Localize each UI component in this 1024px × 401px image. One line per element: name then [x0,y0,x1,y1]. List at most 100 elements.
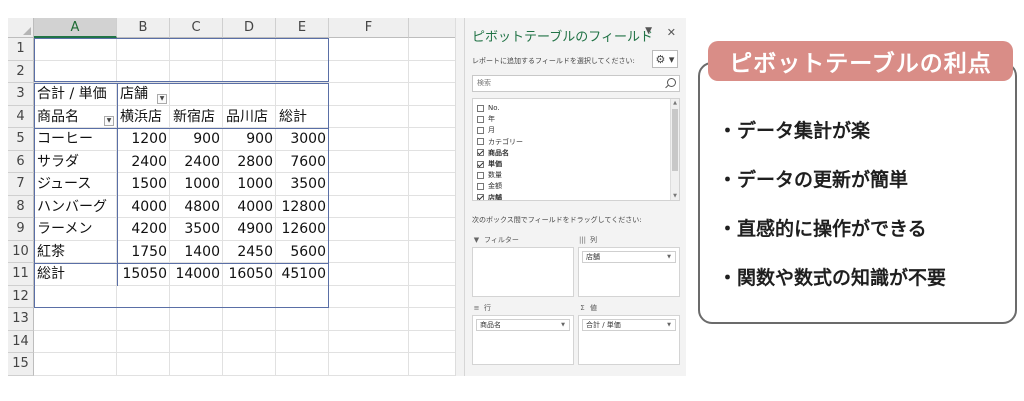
gear-icon[interactable]: ⚙ ▾ [652,50,678,68]
table-cell[interactable]: ハンバーグ [34,196,117,218]
field-checkbox[interactable] [477,182,484,190]
table-cell[interactable]: 900 [223,128,276,150]
scroll-thumb[interactable] [672,109,678,171]
table-cell[interactable]: 4000 [223,196,276,218]
row-header[interactable]: 11 [8,263,34,286]
table-cell[interactable]: 12600 [276,218,329,240]
row-header[interactable]: 13 [8,308,34,331]
column-header-d[interactable]: D [223,18,276,38]
field-list-item[interactable]: 金額 [477,181,502,191]
table-cell[interactable]: ラーメン [34,218,117,240]
rows-drop-box[interactable]: 商品名 ▼ [472,315,574,365]
column-header-e[interactable]: E [276,18,329,38]
table-cell[interactable]: 1750 [117,241,170,263]
values-field-chip[interactable]: 合計 / 単価 ▼ [582,319,676,331]
table-cell[interactable]: 900 [170,128,223,150]
table-cell[interactable]: 総計 [34,263,117,285]
column-header-b[interactable]: B [117,18,170,38]
columns-drop-box[interactable]: 店舗 ▼ [578,247,680,297]
table-cell[interactable]: サラダ [34,151,117,173]
column-header-a[interactable]: A [34,18,117,38]
field-list-item[interactable]: 店舗 [477,193,502,200]
table-cell[interactable]: コーヒー [34,128,117,150]
scroll-up-icon[interactable]: ▲ [672,100,678,106]
select-all-corner[interactable] [8,18,34,38]
pane-options-chevron-down-icon[interactable]: ▼ [645,26,652,36]
column-header-c[interactable]: C [170,18,223,38]
field-checkbox[interactable] [477,194,484,200]
column-header-blank[interactable] [409,18,455,38]
field-list-item[interactable]: No. [477,103,500,113]
field-list-item[interactable]: 数量 [477,170,502,180]
table-cell[interactable]: 1000 [223,173,276,195]
field-checkbox[interactable] [477,104,484,112]
row-header[interactable]: 1 [8,38,34,61]
table-cell[interactable]: 5600 [276,241,329,263]
field-checkbox[interactable] [477,160,484,168]
chevron-down-icon[interactable]: ▼ [667,252,671,262]
row-filter-dropdown-icon[interactable]: ▼ [104,116,114,126]
field-checkbox[interactable] [477,126,484,134]
row-header[interactable]: 4 [8,105,34,128]
table-cell[interactable]: 2400 [170,151,223,173]
field-checkbox[interactable] [477,115,484,123]
row-header[interactable]: 8 [8,195,34,218]
table-cell[interactable]: 45100 [276,263,329,285]
table-cell[interactable]: 12800 [276,196,329,218]
field-search-input[interactable]: 検索 [472,75,680,92]
table-cell[interactable]: 7600 [276,151,329,173]
table-cell[interactable]: 1200 [117,128,170,150]
row-header[interactable]: 14 [8,330,34,353]
column-filter-dropdown-icon[interactable]: ▼ [157,93,167,104]
rows-field-chip[interactable]: 商品名 ▼ [476,319,570,331]
chevron-down-icon[interactable]: ▼ [561,320,565,330]
table-cell[interactable]: 3000 [276,128,329,150]
columns-field-chip[interactable]: 店舗 ▼ [582,251,676,263]
scroll-down-icon[interactable]: ▼ [672,193,678,199]
row-header[interactable]: 9 [8,218,34,241]
field-list-item[interactable]: 月 [477,125,495,135]
column-header-f[interactable]: F [329,18,409,38]
field-checkbox[interactable] [477,138,484,146]
table-cell[interactable]: 2400 [117,151,170,173]
table-cell[interactable]: 4000 [117,196,170,218]
table-cell[interactable]: 4900 [223,218,276,240]
field-checkbox[interactable] [477,171,484,179]
table-cell[interactable]: 合計 / 単価 [34,83,117,105]
field-list-item[interactable]: 年 [477,114,495,124]
chevron-down-icon[interactable]: ▼ [667,320,671,330]
table-cell[interactable]: 品川店 [223,106,276,128]
table-cell[interactable]: 横浜店 [117,106,170,128]
table-cell[interactable]: 3500 [170,218,223,240]
table-cell[interactable]: 1400 [170,241,223,263]
table-cell[interactable]: 4200 [117,218,170,240]
row-header[interactable]: 15 [8,353,34,376]
field-list-item[interactable]: 単価 [477,159,502,169]
table-cell[interactable]: 2800 [223,151,276,173]
table-cell[interactable]: 2450 [223,241,276,263]
filter-drop-box[interactable] [472,247,574,297]
values-drop-box[interactable]: 合計 / 単価 ▼ [578,315,680,365]
close-icon[interactable]: ✕ [667,26,676,39]
field-list-scrollbar[interactable]: ▲ ▼ [670,99,679,200]
field-list-item[interactable]: カテゴリー [477,137,523,147]
spreadsheet-grid[interactable]: A B C D E F 1 2 3 4 5 6 7 8 9 10 11 12 13 14 15 合計 / 単価 店舗 商品名横… [8,18,455,376]
table-cell[interactable]: 1500 [117,173,170,195]
field-checkbox[interactable] [477,149,484,157]
row-header[interactable]: 3 [8,83,34,106]
table-cell[interactable]: 4800 [170,196,223,218]
table-cell[interactable]: 新宿店 [170,106,223,128]
field-list-item[interactable]: 商品名 [477,148,509,158]
table-cell[interactable]: 14000 [170,263,223,285]
row-header[interactable]: 5 [8,128,34,151]
table-cell[interactable]: 総計 [276,106,329,128]
row-header[interactable]: 6 [8,150,34,173]
row-header[interactable]: 10 [8,240,34,263]
row-header[interactable]: 7 [8,173,34,196]
sheet-vertical-scrollbar[interactable] [455,18,464,376]
table-cell[interactable]: 15050 [117,263,170,285]
table-cell[interactable]: 16050 [223,263,276,285]
table-cell[interactable]: 1000 [170,173,223,195]
row-header[interactable]: 2 [8,60,34,83]
table-cell[interactable]: 3500 [276,173,329,195]
